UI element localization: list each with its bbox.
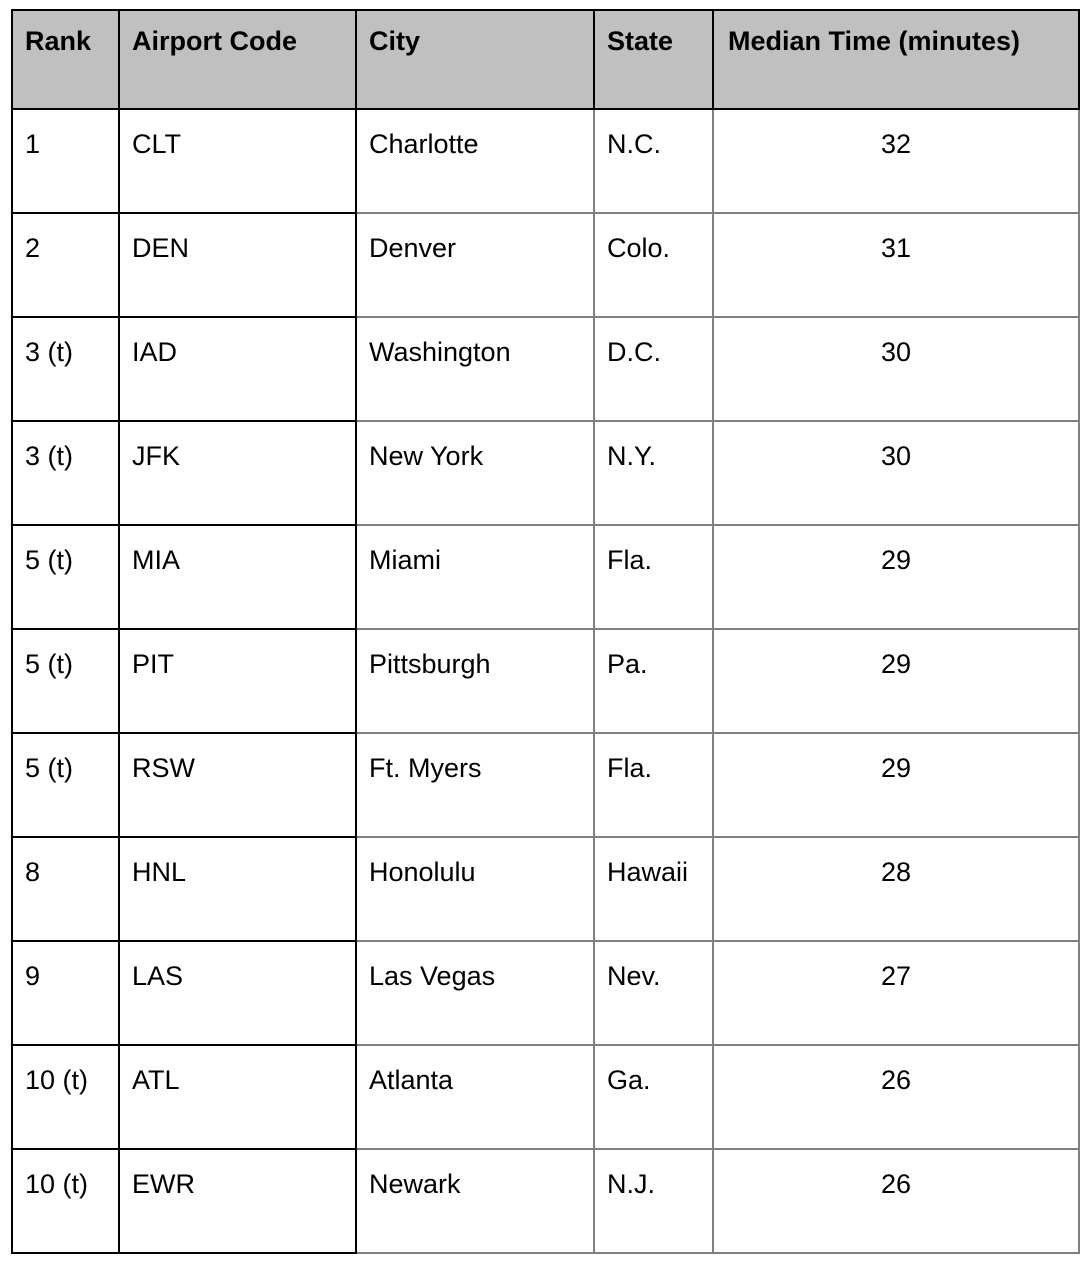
cell-code: PIT	[118, 628, 357, 734]
cell-city: Pittsburgh	[355, 628, 595, 734]
cell-state: Nev.	[593, 940, 714, 1046]
cell-median: 29	[712, 524, 1080, 630]
cell-code: ATL	[118, 1044, 357, 1150]
cell-rank: 5 (t)	[11, 628, 120, 734]
table-row: 3 (t) IAD Washington D.C. 30	[11, 316, 1080, 422]
table-header: Rank Airport Code City State Median Time…	[11, 9, 1080, 110]
cell-rank: 5 (t)	[11, 524, 120, 630]
table-row: 5 (t) MIA Miami Fla. 29	[11, 524, 1080, 630]
table-row: 8 HNL Honolulu Hawaii 28	[11, 836, 1080, 942]
cell-rank: 8	[11, 836, 120, 942]
column-header-median-time: Median Time (minutes)	[712, 9, 1080, 110]
table-row: 9 LAS Las Vegas Nev. 27	[11, 940, 1080, 1046]
cell-state: D.C.	[593, 316, 714, 422]
cell-median: 30	[712, 420, 1080, 526]
cell-city: Honolulu	[355, 836, 595, 942]
table-row: 10 (t) ATL Atlanta Ga. 26	[11, 1044, 1080, 1150]
cell-median: 26	[712, 1044, 1080, 1150]
cell-state: N.J.	[593, 1148, 714, 1254]
column-header-city: City	[355, 9, 595, 110]
cell-rank: 3 (t)	[11, 316, 120, 422]
cell-city: Miami	[355, 524, 595, 630]
cell-rank: 2	[11, 212, 120, 318]
column-header-state: State	[593, 9, 714, 110]
cell-code: RSW	[118, 732, 357, 838]
cell-median: 28	[712, 836, 1080, 942]
cell-rank: 1	[11, 108, 120, 214]
cell-code: IAD	[118, 316, 357, 422]
cell-code: CLT	[118, 108, 357, 214]
cell-state: Pa.	[593, 628, 714, 734]
cell-median: 29	[712, 628, 1080, 734]
cell-city: Denver	[355, 212, 595, 318]
cell-state: Fla.	[593, 732, 714, 838]
table-row: 5 (t) PIT Pittsburgh Pa. 29	[11, 628, 1080, 734]
table-row: 10 (t) EWR Newark N.J. 26	[11, 1148, 1080, 1254]
cell-city: Washington	[355, 316, 595, 422]
cell-code: LAS	[118, 940, 357, 1046]
cell-state: Colo.	[593, 212, 714, 318]
cell-median: 30	[712, 316, 1080, 422]
cell-median: 27	[712, 940, 1080, 1046]
table-row: 5 (t) RSW Ft. Myers Fla. 29	[11, 732, 1080, 838]
airport-median-time-table-container: Rank Airport Code City State Median Time…	[11, 9, 1080, 1254]
cell-state: N.Y.	[593, 420, 714, 526]
cell-city: Newark	[355, 1148, 595, 1254]
cell-rank: 10 (t)	[11, 1148, 120, 1254]
table-row: 1 CLT Charlotte N.C. 32	[11, 108, 1080, 214]
column-header-airport-code: Airport Code	[118, 9, 357, 110]
cell-rank: 5 (t)	[11, 732, 120, 838]
table-row: 2 DEN Denver Colo. 31	[11, 212, 1080, 318]
cell-code: DEN	[118, 212, 357, 318]
column-header-rank: Rank	[11, 9, 120, 110]
cell-code: MIA	[118, 524, 357, 630]
cell-code: JFK	[118, 420, 357, 526]
cell-rank: 9	[11, 940, 120, 1046]
table-body: 1 CLT Charlotte N.C. 32 2 DEN Denver Colo. 31 3 (t…	[11, 108, 1080, 1254]
cell-city: Las Vegas	[355, 940, 595, 1046]
cell-state: Fla.	[593, 524, 714, 630]
airport-median-time-table: Rank Airport Code City State Median Time…	[11, 9, 1080, 1254]
cell-code: EWR	[118, 1148, 357, 1254]
cell-median: 29	[712, 732, 1080, 838]
cell-state: N.C.	[593, 108, 714, 214]
cell-median: 32	[712, 108, 1080, 214]
cell-state: Hawaii	[593, 836, 714, 942]
cell-city: Charlotte	[355, 108, 595, 214]
table-row: 3 (t) JFK New York N.Y. 30	[11, 420, 1080, 526]
cell-rank: 10 (t)	[11, 1044, 120, 1150]
cell-city: Ft. Myers	[355, 732, 595, 838]
cell-median: 31	[712, 212, 1080, 318]
cell-city: Atlanta	[355, 1044, 595, 1150]
cell-median: 26	[712, 1148, 1080, 1254]
table-header-row: Rank Airport Code City State Median Time…	[11, 9, 1080, 110]
cell-city: New York	[355, 420, 595, 526]
cell-state: Ga.	[593, 1044, 714, 1150]
cell-rank: 3 (t)	[11, 420, 120, 526]
cell-code: HNL	[118, 836, 357, 942]
